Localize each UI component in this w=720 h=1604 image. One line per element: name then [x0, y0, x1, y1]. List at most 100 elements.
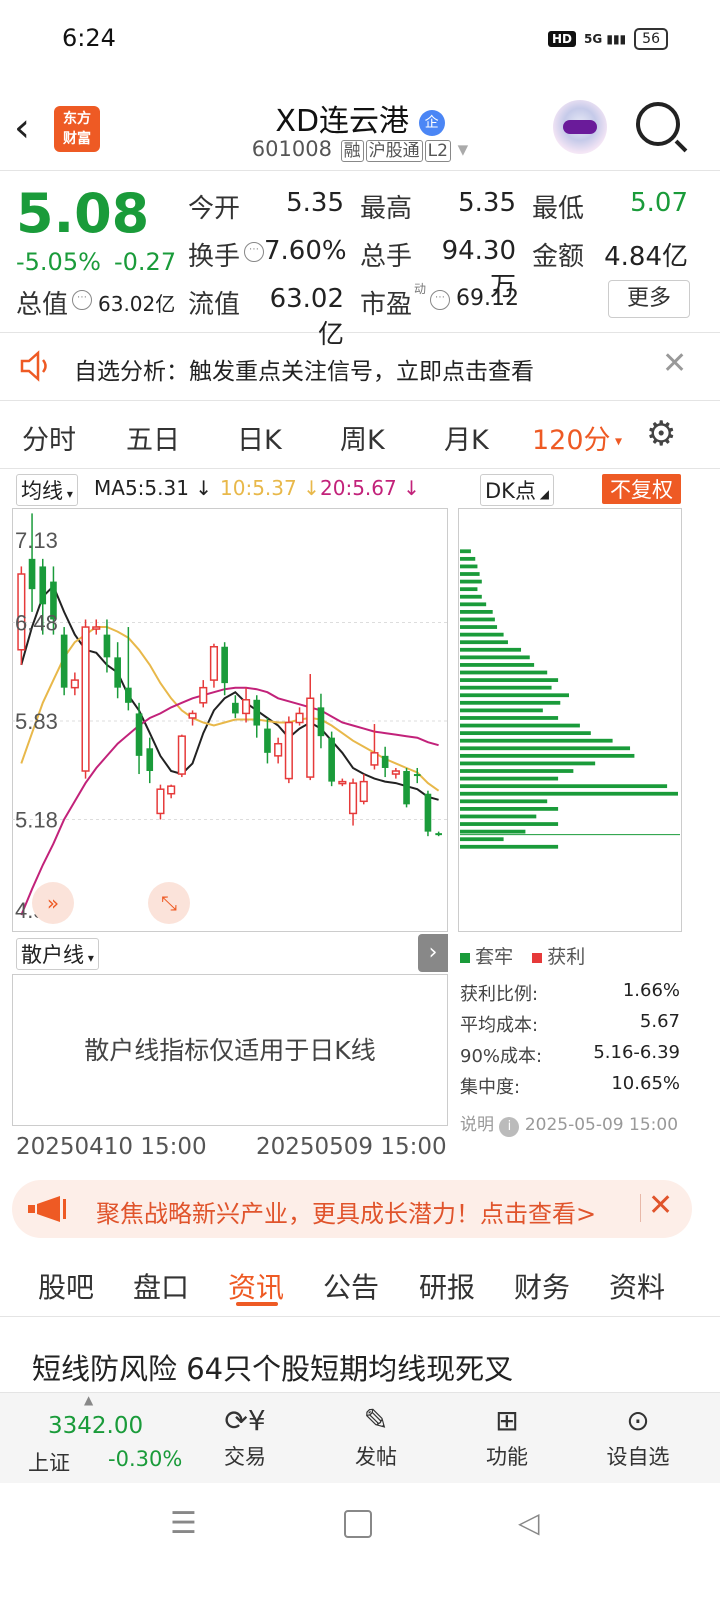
post-button[interactable]: ✎ 发帖	[331, 1401, 421, 1471]
tab-daily-k[interactable]: 日K	[237, 418, 282, 457]
field-label: 总手	[360, 242, 413, 272]
functions-button[interactable]: ⊞ 功能	[462, 1401, 552, 1471]
field-label: 流值	[188, 290, 241, 320]
chip-bar	[460, 572, 480, 576]
ma-select[interactable]: 均线 ▾	[16, 474, 78, 506]
info-tabs: 股吧 盘口 资讯 公告 研报 财务 资料	[0, 1250, 720, 1317]
field-value: 5.35	[458, 188, 516, 218]
tab-intraday[interactable]: 分时	[22, 418, 76, 457]
field-value: 69.12	[456, 286, 519, 311]
chip-bar	[460, 678, 559, 682]
chip-bar	[460, 625, 498, 629]
stock-code-line[interactable]: 601008 融沪股通 L2 ▾	[0, 136, 720, 162]
edit-icon: ✎	[363, 1403, 389, 1438]
index-value[interactable]: 3342.00	[48, 1413, 143, 1439]
field-value: 63.02亿	[98, 292, 176, 316]
stat-value: 10.65%	[611, 1073, 680, 1094]
field-label: 金额	[532, 242, 585, 272]
field-value: 4.84亿	[604, 242, 688, 272]
tab-orderbook[interactable]: 盘口	[133, 1266, 189, 1306]
menu-icon[interactable]: ☰	[170, 1506, 197, 1541]
settings-gear-icon[interactable]: ⚙	[646, 414, 676, 454]
chip-bar	[460, 632, 504, 637]
chart-tabs: 分时 五日 日K 周K 月K 120分 ▾ ⚙	[0, 402, 720, 469]
sub-chart-message: 散户线指标仅适用于日K线	[84, 1036, 376, 1065]
status-time: 6:24	[62, 24, 116, 52]
chip-bar	[460, 822, 559, 826]
y-tick-label: 6.48	[15, 611, 58, 636]
stat-value: 1.66%	[622, 980, 680, 1001]
system-nav-bar: ☰ ◁	[0, 1484, 720, 1604]
analysis-alert[interactable]: 自选分析：触发重点关注信号，立即点击查看 ✕	[0, 334, 720, 401]
sub-indicator-select[interactable]: 散户线 ▾	[16, 938, 99, 970]
chip-bar	[460, 761, 596, 766]
current-price: 5.08	[16, 182, 150, 245]
tab-120min[interactable]: 120分 ▾	[532, 418, 622, 457]
index-change: -0.30%	[108, 1447, 183, 1471]
chip-bar	[460, 587, 478, 592]
chip-bar	[460, 655, 530, 660]
tab-forum[interactable]: 股吧	[38, 1266, 94, 1306]
stat-label: 集中度:	[460, 1077, 521, 1098]
chip-note[interactable]: 说明 i 2025-05-09 15:00	[460, 1110, 678, 1137]
info-icon[interactable]: ⋯	[244, 242, 264, 262]
bottom-action-bar: ▲ 3342.00 上证 -0.30% ⟳¥ 交易 ✎ 发帖 ⊞ 功能 ⊙ 设自…	[0, 1392, 720, 1483]
chart-legend-bar: 均线 ▾ MA5:5.31 ↓ 10:5.37 ↓ 20:5.67 ↓ DK点 …	[0, 474, 720, 506]
divider	[640, 1194, 641, 1222]
field-value: 5.07	[630, 188, 688, 218]
y-tick-label: 5.83	[15, 709, 58, 734]
enterprise-badge-icon: 企	[418, 109, 445, 136]
more-button[interactable]: 更多	[608, 280, 690, 318]
chip-bar	[460, 716, 559, 720]
expand-icon[interactable]: ⤡	[148, 882, 190, 924]
info-icon[interactable]: ⋯	[72, 290, 92, 310]
chip-bar	[460, 579, 482, 584]
ma10-value: 10:5.37 ↓	[220, 476, 320, 500]
x-label-start: 20250410 15:00	[16, 1134, 207, 1160]
tab-finance[interactable]: 财务	[514, 1266, 570, 1306]
chip-legend: 套牢 获利	[460, 942, 585, 969]
dk-select[interactable]: DK点 ◢	[480, 474, 554, 506]
home-icon[interactable]	[344, 1510, 372, 1538]
chip-bar	[460, 670, 548, 675]
search-icon[interactable]	[636, 102, 680, 146]
add-watchlist-button[interactable]: ⊙ 设自选	[593, 1401, 683, 1471]
chip-bar	[460, 549, 471, 554]
tab-five-day[interactable]: 五日	[126, 418, 180, 457]
trade-button[interactable]: ⟳¥ 交易	[200, 1401, 290, 1471]
tab-monthly-k[interactable]: 月K	[444, 418, 489, 457]
tab-weekly-k[interactable]: 周K	[340, 418, 385, 457]
alert-text: 自选分析：触发重点关注信号，立即点击查看	[74, 359, 534, 385]
adjust-toggle[interactable]: 不复权	[602, 474, 681, 504]
info-icon[interactable]: ⋯	[430, 290, 450, 310]
tab-announcements[interactable]: 公告	[323, 1266, 379, 1306]
sub-chart-panel: 散户线指标仅适用于日K线	[12, 974, 448, 1126]
field-label: 换手	[188, 242, 241, 272]
chip-bar	[460, 700, 561, 705]
chevron-right-icon[interactable]: ›	[418, 934, 448, 972]
close-icon[interactable]: ✕	[662, 346, 687, 381]
stock-code: 601008	[251, 137, 332, 161]
tab-research[interactable]: 研报	[419, 1266, 475, 1306]
back-nav-icon[interactable]: ◁	[518, 1506, 540, 1539]
candle	[328, 731, 335, 787]
candlestick-chart[interactable]: 7.136.485.835.184.53	[12, 508, 448, 932]
status-bar: 6:24 HD 5G ▮▮▮ 56	[0, 0, 720, 80]
chip-bar	[460, 640, 508, 645]
promo-banner[interactable]: 聚焦战略新兴产业，更具成长潜力！点击查看> ✕	[12, 1180, 692, 1238]
chip-distribution-chart	[458, 508, 682, 932]
signal-icon: 5G ▮▮▮	[583, 32, 627, 46]
chip-bar	[460, 556, 476, 561]
tab-news[interactable]: 资讯	[228, 1266, 284, 1306]
double-chevron-right-icon[interactable]: »	[32, 882, 74, 924]
assistant-avatar[interactable]	[553, 100, 607, 154]
hd-icon: HD	[547, 31, 576, 47]
news-headline[interactable]: 短线防风险 64只个股短期均线现死叉	[32, 1346, 513, 1388]
ma5-value: MA5:5.31 ↓	[94, 476, 213, 500]
close-icon[interactable]: ✕	[648, 1188, 673, 1223]
dropdown-icon: ▾	[457, 137, 469, 161]
stat-label: 获利比例:	[460, 984, 539, 1005]
tab-profile[interactable]: 资料	[609, 1266, 665, 1306]
chip-bar	[460, 776, 559, 781]
chip-bar	[460, 829, 526, 834]
